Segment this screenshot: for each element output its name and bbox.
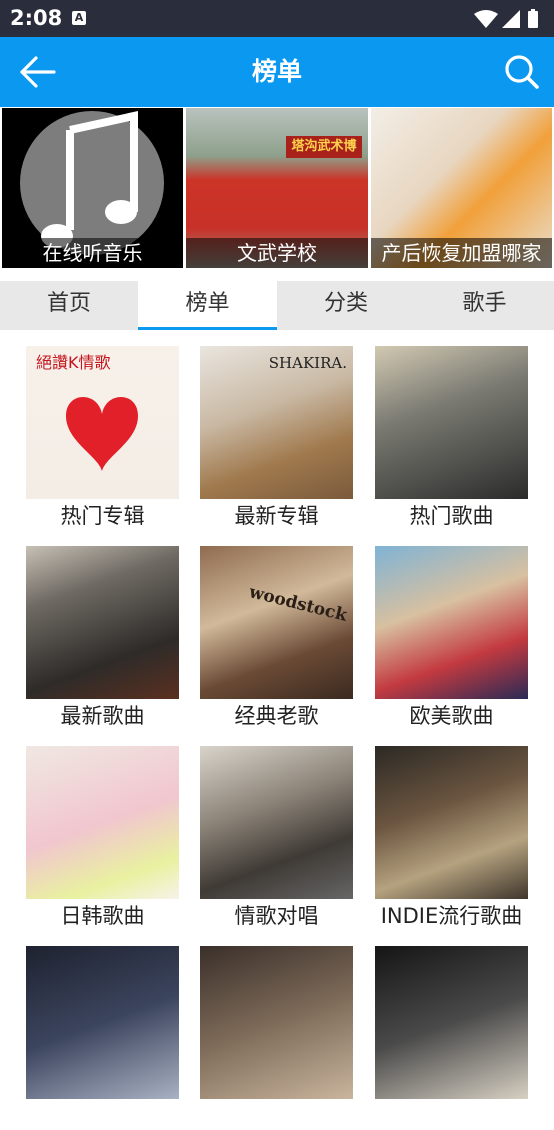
grid-item-western[interactable]: 欧美歌曲 — [375, 530, 550, 730]
grid-item-label: 情歌对唱 — [234, 904, 319, 928]
cover-art-text: woodstock — [247, 582, 350, 626]
tab-label: 分类 — [323, 291, 368, 316]
tab-label: 首页 — [46, 291, 91, 316]
banner-caption: 文武学校 — [186, 238, 368, 268]
grid-item-label: 热门歌曲 — [409, 504, 494, 528]
wifi-icon — [474, 10, 498, 28]
battery-icon — [528, 11, 538, 28]
grid-item-classics[interactable]: woodstock 经典老歌 — [200, 530, 375, 730]
banner-sign: 塔沟武术博 — [286, 136, 362, 158]
grid-item-label: 经典老歌 — [234, 704, 319, 728]
tab-bar: 首页 榜单 分类 歌手 — [0, 281, 554, 330]
grid-item-label: 日韩歌曲 — [60, 904, 145, 928]
album-cover — [375, 946, 528, 1099]
album-cover: SHAKIRA. — [200, 346, 353, 499]
grid-item-label: 欧美歌曲 — [409, 704, 494, 728]
album-cover — [26, 946, 179, 1099]
banner-caption: 在线听音乐 — [2, 238, 183, 268]
signal-icon — [502, 10, 520, 28]
grid-item-duets[interactable]: 情歌对唱 — [200, 730, 375, 930]
banner-item-postpartum[interactable]: 产后恢复加盟哪家 — [371, 108, 552, 268]
tab-label: 榜单 — [185, 291, 230, 316]
notification-a-icon: A — [72, 11, 86, 25]
album-cover — [200, 746, 353, 899]
album-cover — [26, 546, 179, 699]
grid-item-label: 最新专辑 — [234, 504, 319, 528]
banner-carousel[interactable]: 在线听音乐 塔沟武术博 文武学校 产后恢复加盟哪家 — [0, 107, 554, 270]
grid-item[interactable] — [200, 930, 375, 1130]
grid-item[interactable] — [26, 930, 201, 1130]
grid-item[interactable] — [375, 930, 550, 1130]
grid-item-indie[interactable]: INDIE流行歌曲 — [375, 730, 550, 930]
banner-caption: 产后恢复加盟哪家 — [371, 238, 552, 268]
tab-singers[interactable]: 歌手 — [415, 281, 554, 330]
chart-grid: 絕讚K情歌 热门专辑 SHAKIRA. 最新专辑 热门歌曲 最新歌曲 woods… — [0, 330, 554, 1099]
cover-art-text: SHAKIRA. — [268, 354, 347, 372]
status-time: 2:08 — [10, 6, 63, 30]
grid-item-new-albums[interactable]: SHAKIRA. 最新专辑 — [200, 330, 375, 530]
page-title: 榜单 — [251, 57, 302, 86]
status-icons — [472, 8, 544, 28]
album-cover — [375, 546, 528, 699]
search-icon — [505, 55, 539, 89]
app-bar: 榜单 — [0, 37, 554, 107]
album-cover — [200, 946, 353, 1099]
grid-item-label: INDIE流行歌曲 — [380, 904, 523, 928]
tab-categories[interactable]: 分类 — [277, 281, 415, 330]
grid-item-hot-albums[interactable]: 絕讚K情歌 热门专辑 — [26, 330, 201, 530]
status-bar: 2:08 A — [0, 0, 554, 37]
banner-item-school[interactable]: 塔沟武术博 文武学校 — [186, 108, 368, 268]
album-cover — [375, 746, 528, 899]
search-button[interactable] — [504, 54, 540, 90]
cover-art-text: 絕讚K情歌 — [36, 353, 111, 372]
grid-item-jk-songs[interactable]: 日韩歌曲 — [26, 730, 201, 930]
album-cover: woodstock — [200, 546, 353, 699]
grid-item-new-songs[interactable]: 最新歌曲 — [26, 530, 201, 730]
banner-item-music[interactable]: 在线听音乐 — [2, 108, 183, 268]
album-cover — [26, 746, 179, 899]
grid-item-label: 最新歌曲 — [60, 704, 145, 728]
tab-charts[interactable]: 榜单 — [138, 281, 277, 330]
grid-item-label: 热门专辑 — [60, 504, 145, 528]
album-cover — [375, 346, 528, 499]
tab-home[interactable]: 首页 — [0, 281, 138, 330]
grid-item-hot-songs[interactable]: 热门歌曲 — [375, 330, 550, 530]
album-cover: 絕讚K情歌 — [26, 346, 179, 499]
tab-label: 歌手 — [462, 291, 507, 316]
